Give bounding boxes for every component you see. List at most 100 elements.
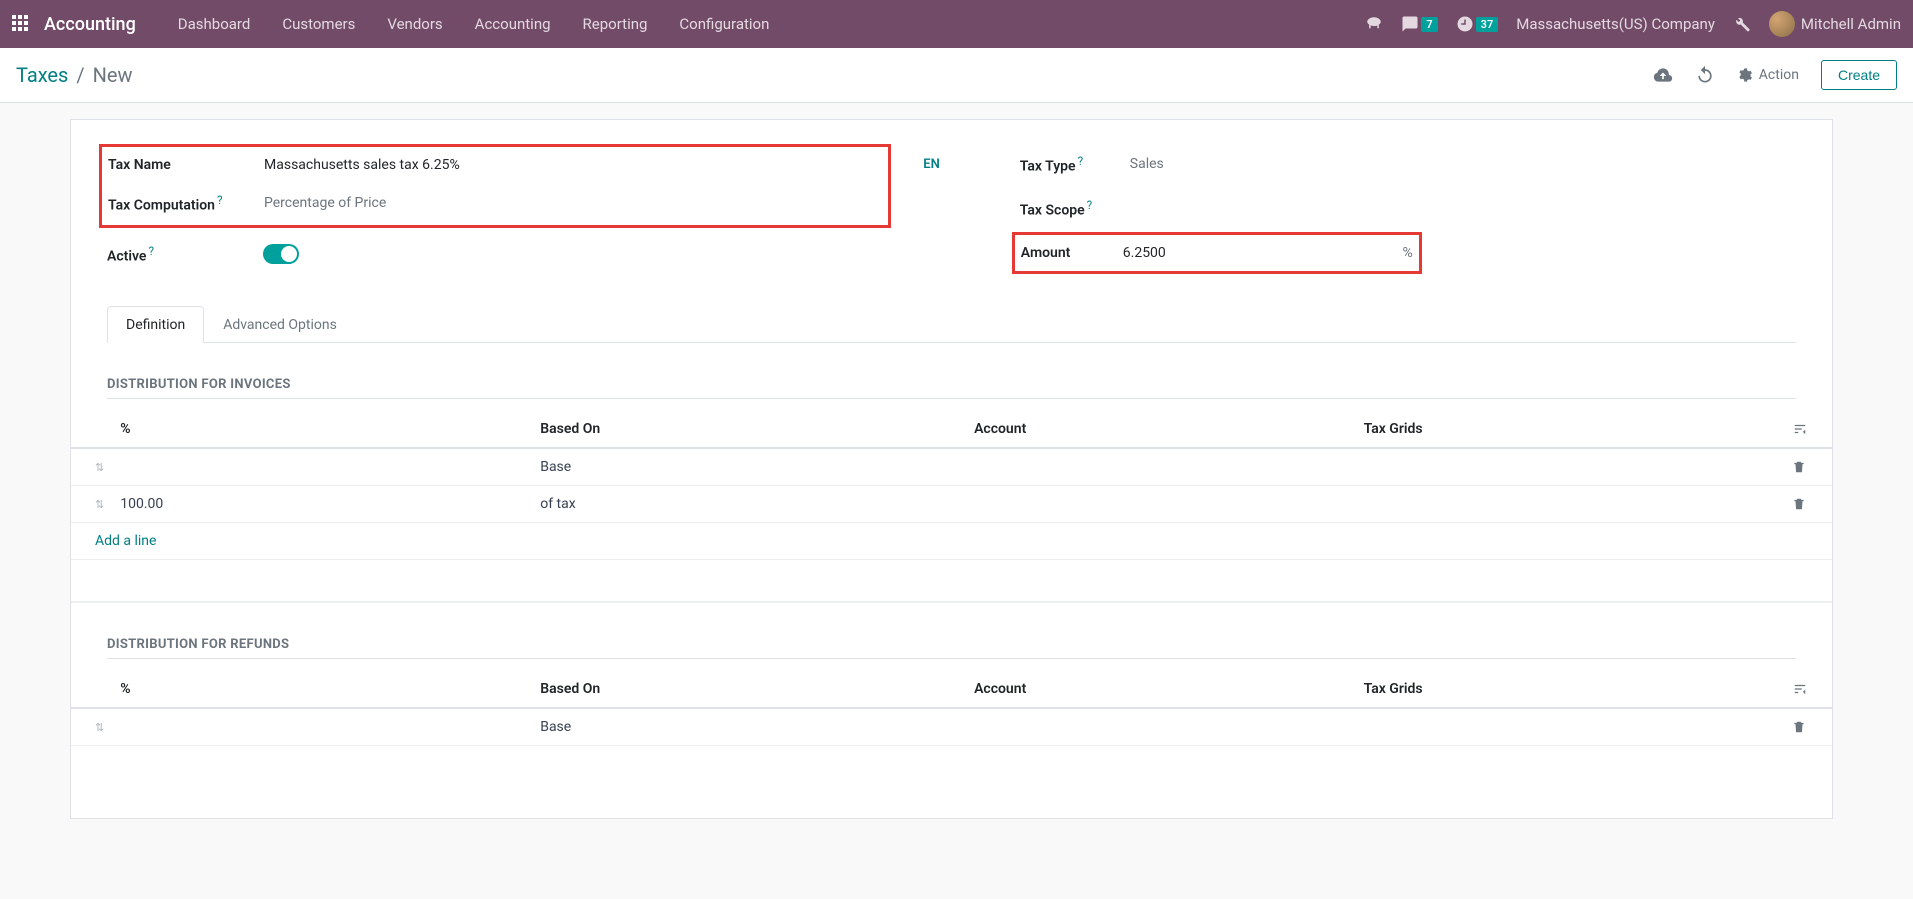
breadcrumb-sep: / xyxy=(76,63,84,87)
nav-dashboard[interactable]: Dashboard xyxy=(164,9,265,39)
invoices-table: % Based On Account Tax Grids xyxy=(71,411,1832,603)
tab-definition[interactable]: Definition xyxy=(107,306,204,343)
lang-button[interactable]: EN xyxy=(923,157,940,172)
tax-name-label: Tax Name xyxy=(108,157,264,173)
nav-reporting[interactable]: Reporting xyxy=(569,9,662,39)
col-pct[interactable]: % xyxy=(112,671,532,708)
form-sheet: Tax Name Massachusetts sales tax 6.25% T… xyxy=(70,119,1833,819)
help-icon[interactable]: ? xyxy=(1078,154,1084,168)
company-switcher[interactable]: Massachusetts(US) Company xyxy=(1516,15,1715,33)
col-based-on[interactable]: Based On xyxy=(532,671,966,708)
nav-configuration[interactable]: Configuration xyxy=(665,9,783,39)
col-account[interactable]: Account xyxy=(966,411,1356,448)
cloud-save-button[interactable] xyxy=(1653,65,1673,85)
delete-row-button[interactable] xyxy=(1784,448,1832,486)
refunds-table: % Based On Account Tax Grids xyxy=(71,671,1832,746)
action-menu[interactable]: Action xyxy=(1737,67,1799,83)
columns-options-icon xyxy=(1792,422,1808,436)
undo-icon xyxy=(1695,65,1715,85)
messages-badge: 7 xyxy=(1421,17,1437,32)
control-actions: Action Create xyxy=(1653,60,1897,90)
topbar-right: 7 37 Massachusetts(US) Company Mitchell … xyxy=(1365,11,1901,37)
avatar xyxy=(1769,11,1795,37)
main: Tax Name Massachusetts sales tax 6.25% T… xyxy=(0,103,1913,819)
cell-tax-grids[interactable] xyxy=(1356,708,1784,746)
highlight-box-left: Tax Name Massachusetts sales tax 6.25% T… xyxy=(99,144,891,228)
wrench-icon xyxy=(1733,15,1751,33)
col-pct[interactable]: % xyxy=(112,411,532,448)
cell-tax-grids[interactable] xyxy=(1356,448,1784,486)
form-left-col: Tax Name Massachusetts sales tax 6.25% T… xyxy=(107,150,883,286)
cell-based-on[interactable]: Base xyxy=(532,448,966,486)
chat-icon xyxy=(1401,15,1419,33)
cell-based-on[interactable]: Base xyxy=(532,708,966,746)
cell-tax-grids[interactable] xyxy=(1356,486,1784,523)
tax-computation-label: Tax Computation? xyxy=(108,193,264,214)
cell-pct[interactable] xyxy=(112,708,532,746)
cell-account[interactable] xyxy=(966,486,1356,523)
create-button[interactable]: Create xyxy=(1821,60,1897,90)
main-nav: Dashboard Customers Vendors Accounting R… xyxy=(164,9,784,39)
col-options[interactable] xyxy=(1784,671,1832,708)
cloud-upload-icon xyxy=(1653,65,1673,85)
drag-handle[interactable] xyxy=(71,708,112,746)
help-icon[interactable]: ? xyxy=(148,244,154,258)
delete-row-button[interactable] xyxy=(1784,708,1832,746)
add-line-row: Add a line xyxy=(71,523,1832,560)
drag-handle[interactable] xyxy=(71,448,112,486)
action-label: Action xyxy=(1759,67,1799,83)
section-title-refunds: Distribution for Refunds xyxy=(107,637,1796,659)
breadcrumb-root[interactable]: Taxes xyxy=(16,63,68,87)
cell-pct[interactable] xyxy=(112,448,532,486)
section-title-invoices: Distribution for Invoices xyxy=(107,377,1796,399)
hat-icon xyxy=(1365,15,1383,33)
nav-vendors[interactable]: Vendors xyxy=(373,9,456,39)
add-line-button[interactable]: Add a line xyxy=(71,523,1832,560)
form-right-col: Tax Type? Sales Tax Scope? Amount 6.2500… xyxy=(1020,150,1796,286)
tax-type-field[interactable]: Sales xyxy=(1130,156,1796,172)
col-tax-grids[interactable]: Tax Grids xyxy=(1356,671,1784,708)
nav-accounting[interactable]: Accounting xyxy=(461,9,565,39)
clock-icon xyxy=(1456,15,1474,33)
tabs: Definition Advanced Options xyxy=(107,306,1796,343)
col-account[interactable]: Account xyxy=(966,671,1356,708)
gear-icon xyxy=(1737,67,1753,83)
table-row[interactable]: Base xyxy=(71,708,1832,746)
help-icon[interactable]: ? xyxy=(217,193,223,207)
cell-based-on[interactable]: of tax xyxy=(532,486,966,523)
messages-icon[interactable]: 7 xyxy=(1401,15,1437,33)
discard-button[interactable] xyxy=(1695,65,1715,85)
tax-name-field[interactable]: Massachusetts sales tax 6.25% xyxy=(264,157,882,173)
col-tax-grids[interactable]: Tax Grids xyxy=(1356,411,1784,448)
activities-icon[interactable]: 37 xyxy=(1456,15,1499,33)
user-menu[interactable]: Mitchell Admin xyxy=(1769,11,1901,37)
active-toggle[interactable] xyxy=(263,244,299,264)
invoices-table-wrap: % Based On Account Tax Grids xyxy=(71,411,1832,603)
cell-pct[interactable]: 100.00 xyxy=(112,486,532,523)
app-title[interactable]: Accounting xyxy=(44,14,136,35)
tax-computation-field[interactable]: Percentage of Price xyxy=(264,195,882,211)
controlbar: Taxes / New Action Create xyxy=(0,48,1913,103)
col-options[interactable] xyxy=(1784,411,1832,448)
debug-icon[interactable] xyxy=(1733,15,1751,33)
topbar: Accounting Dashboard Customers Vendors A… xyxy=(0,0,1913,48)
nav-customers[interactable]: Customers xyxy=(268,9,369,39)
cell-account[interactable] xyxy=(966,708,1356,746)
tab-advanced[interactable]: Advanced Options xyxy=(204,306,356,343)
drag-handle[interactable] xyxy=(71,486,112,523)
col-handle xyxy=(71,411,112,448)
breadcrumb: Taxes / New xyxy=(16,63,133,87)
help-icon[interactable]: ? xyxy=(1087,198,1093,212)
cell-account[interactable] xyxy=(966,448,1356,486)
activities-badge: 37 xyxy=(1476,17,1499,32)
delete-row-button[interactable] xyxy=(1784,486,1832,523)
amount-field[interactable]: 6.2500 xyxy=(1123,245,1313,261)
table-row[interactable]: 100.00 of tax xyxy=(71,486,1832,523)
col-based-on[interactable]: Based On xyxy=(532,411,966,448)
tray-item-1[interactable] xyxy=(1365,15,1383,33)
highlight-box-amount: Amount 6.2500 % xyxy=(1012,232,1422,274)
table-row[interactable]: Base xyxy=(71,448,1832,486)
tax-type-label: Tax Type? xyxy=(1020,154,1130,175)
apps-icon[interactable] xyxy=(12,15,30,33)
form-top-row: Tax Name Massachusetts sales tax 6.25% T… xyxy=(107,150,1796,286)
